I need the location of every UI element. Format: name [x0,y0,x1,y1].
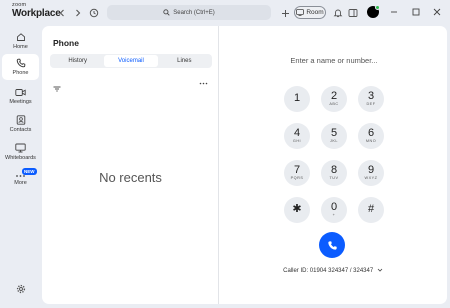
sidebar-item-label: Whiteboards [5,155,36,161]
phone-icon [16,58,25,68]
minimize-icon[interactable] [388,6,400,18]
main-panel: Phone History Voicemail Lines No recents… [42,26,447,304]
key-letters: GHI [292,139,302,144]
room-label: Room [306,9,324,16]
key-5[interactable]: 5 JKL [321,123,347,149]
sidebar-item-label: Home [13,44,28,50]
bell-icon[interactable] [332,7,344,19]
sidebar: Home Phone Meetings Contacts Whiteboards… [0,26,40,308]
empty-state-text: No recents [99,170,162,185]
back-arrow-icon[interactable] [56,7,68,19]
sidebar-item-phone[interactable]: Phone [2,54,39,80]
room-button[interactable]: Room [294,6,326,19]
whiteboard-panel-icon[interactable] [347,7,359,19]
filter-icon[interactable] [53,79,61,97]
page-title: Phone [53,38,79,48]
close-icon[interactable] [431,6,443,18]
key-0[interactable]: 0 + [321,197,347,223]
key-digit: 4 [293,127,301,140]
presence-indicator [375,5,380,10]
sidebar-item-contacts[interactable]: Contacts [2,111,39,137]
search-bar[interactable]: Search (Ctrl+E) [107,5,271,20]
key-9[interactable]: 9 WXYZ [358,160,384,186]
key-digit: 2 [330,90,338,103]
key-6[interactable]: 6 MNO [358,123,384,149]
new-badge: NEW [22,168,37,175]
caller-id-text: Caller ID: 01904 324347 / 324347 [283,268,374,274]
sidebar-item-meetings[interactable]: Meetings [2,83,39,109]
call-button[interactable] [319,232,345,258]
keypad: 1 2 ABC 3 DEF 4 GHI 5 JKL 6 MNO 7 PQRS 8 TUV 9W… [284,86,384,226]
logo-line2: Workplace [12,7,61,19]
key-letters: + [332,213,336,218]
sidebar-item-whiteboards[interactable]: Whiteboards [2,139,39,165]
key-digit: 3 [367,90,375,103]
key-hash[interactable]: # [358,197,384,223]
sidebar-item-label: Contacts [9,127,32,133]
recents-pane: Phone History Voicemail Lines No recents [42,26,219,304]
phone-call-icon [327,240,337,250]
key-letters: MNO [365,139,377,144]
dialer-pane: Enter a name or number... 1 2 ABC 3 DEF 4G… [219,26,447,304]
key-3[interactable]: 3 DEF [358,86,384,112]
settings-gear-icon[interactable] [15,283,27,295]
key-letters: PQRS [290,176,304,181]
caller-id-selector[interactable]: Caller ID: 01904 324347 / 324347 [219,268,447,274]
key-letters: ABC [329,102,339,107]
phone-tabs: History Voicemail Lines [50,54,212,68]
number-input[interactable]: Enter a name or number... [259,56,409,65]
key-digit: 8 [330,164,338,177]
video-icon [15,88,26,96]
whiteboard-icon [15,143,26,153]
plus-icon[interactable] [279,7,291,19]
history-icon[interactable] [88,7,100,19]
tab-lines[interactable]: Lines [158,55,211,67]
sidebar-item-label: Meetings [9,98,32,105]
home-icon [16,33,25,41]
maximize-icon[interactable] [410,6,422,18]
sidebar-item-label: Phone [12,70,29,76]
sidebar-item-label: More [14,180,27,186]
key-digit: 9 [367,164,375,177]
avatar[interactable] [367,5,380,18]
key-letters: DEF [366,102,376,107]
key-digit: 7 [293,164,301,177]
key-letters: JKL [329,139,339,144]
key-digit: # [367,203,375,215]
key-letters: TUV [329,176,339,181]
key-7[interactable]: 7 PQRS [284,160,310,186]
key-star[interactable]: ✱ [284,197,310,223]
key-digit: ✱ [292,203,302,215]
room-icon [296,9,305,16]
sidebar-item-home[interactable]: Home [2,28,39,54]
key-digit: 1 [293,92,301,104]
key-letters: WXYZ [364,176,378,181]
key-digit: 5 [330,127,338,140]
search-label: Search (Ctrl+E) [173,9,215,16]
forward-arrow-icon[interactable] [72,7,84,19]
key-2[interactable]: 2 ABC [321,86,347,112]
tab-history[interactable]: History [51,55,104,67]
chevron-down-icon [377,268,383,272]
key-1[interactable]: 1 [284,86,310,112]
key-digit: 0 [330,201,338,214]
title-bar: zoom Workplace Search (Ctrl+E) Room [0,0,450,26]
tab-voicemail[interactable]: Voicemail [104,55,158,67]
key-digit: 6 [367,127,375,140]
zoom-logo: zoom Workplace [12,2,61,19]
key-8[interactable]: 8 TUV [321,160,347,186]
more-options-icon[interactable] [199,79,208,87]
search-icon [163,9,170,16]
contacts-icon [16,115,25,125]
key-4[interactable]: 4 GHI [284,123,310,149]
